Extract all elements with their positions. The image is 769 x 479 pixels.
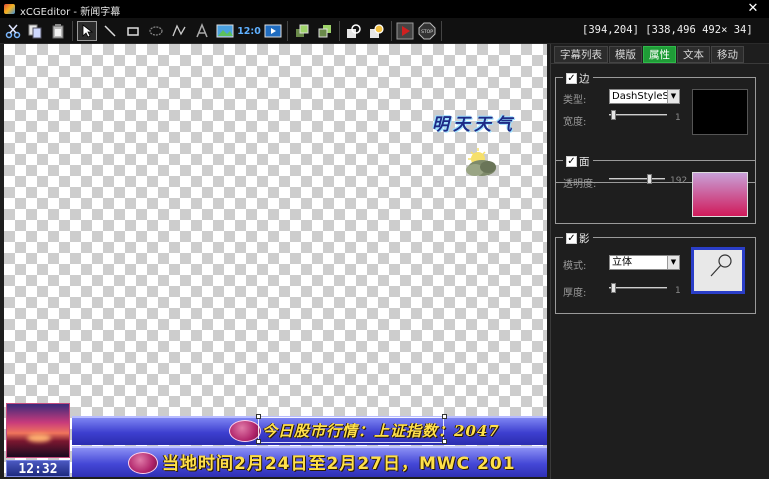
fill-group: ✓ 面 透明度: 192 (555, 154, 756, 224)
text-icon[interactable] (192, 21, 212, 41)
opacity-value: 192 (670, 176, 688, 186)
title-bar: xCGEditor - 新闻字幕 ✕ (0, 0, 769, 18)
border-type-select[interactable]: DashStyleSolid ▼ (609, 89, 680, 104)
cut-icon[interactable] (3, 21, 23, 41)
close-button[interactable]: ✕ (744, 1, 762, 17)
ticker-stock-text[interactable]: 今日股市行情：上证指数：2047 (262, 420, 500, 441)
path-icon[interactable] (169, 21, 189, 41)
tab-subtitle-list[interactable]: 字幕列表 (554, 46, 608, 63)
image-icon[interactable] (215, 21, 235, 41)
fill-checkbox[interactable]: ✓ (566, 156, 577, 167)
shadow-mode-select[interactable]: 立体 ▼ (609, 255, 680, 270)
video-icon[interactable] (263, 21, 283, 41)
shadow-preview[interactable] (691, 247, 745, 294)
shadow-thickness-slider[interactable] (609, 283, 667, 293)
app-icon (4, 4, 15, 14)
shadow-group-title: 影 (579, 233, 590, 245)
chevron-down-icon: ▼ (667, 256, 679, 269)
ellipse-icon[interactable] (146, 21, 166, 41)
line-icon[interactable] (100, 21, 120, 41)
tab-move[interactable]: 移动 (711, 46, 744, 63)
border-width-value: 1 (675, 113, 681, 123)
shadow-group: ✓ 影 模式: 立体 ▼ 厚度: 1 (555, 231, 756, 314)
weather-title[interactable]: 明天天气 (432, 110, 516, 135)
news-ticker: 今日股市行情：上证指数：2047 当地时间2月24日至2月27日，MWC 201… (4, 403, 547, 477)
paste-icon[interactable] (48, 21, 68, 41)
border-width-label: 宽度: (563, 117, 587, 128)
zoom-in-icon[interactable] (344, 21, 364, 41)
border-type-label: 类型: (563, 95, 587, 106)
bring-front-icon[interactable] (292, 21, 312, 41)
resize-handle[interactable] (442, 414, 447, 419)
border-width-slider[interactable] (609, 110, 667, 120)
shadow-checkbox[interactable]: ✓ (566, 233, 577, 244)
resize-handle[interactable] (256, 439, 261, 444)
panel-tabs: 字幕列表 模版 属性 文本 移动 (554, 46, 745, 63)
ticker-bullet (128, 452, 158, 474)
shadow-thickness-value: 1 (675, 286, 681, 296)
clock-icon[interactable]: 12:0 (237, 21, 261, 41)
editor-canvas[interactable]: 明天天气 今日股市行情：上证指数：2047 当地时间2月24日至2月27日，MW… (4, 44, 547, 477)
clock-display[interactable]: 12:32 (6, 460, 70, 477)
opacity-label: 透明度: (563, 179, 597, 190)
play-icon[interactable] (395, 21, 415, 41)
coordinate-readout: [394,204] [338,496 492× 34] (582, 24, 753, 36)
resize-handle[interactable] (256, 414, 261, 419)
window-title: xCGEditor - 新闻字幕 (20, 7, 121, 18)
tab-text[interactable]: 文本 (677, 46, 710, 63)
slider-thumb[interactable] (611, 283, 616, 293)
rectangle-icon[interactable] (123, 21, 143, 41)
tab-template[interactable]: 模版 (609, 46, 642, 63)
svg-text:STOP: STOP (421, 29, 433, 35)
shadow-mode-label: 模式: (563, 261, 587, 272)
partly-cloudy-icon[interactable] (460, 146, 502, 180)
tab-properties[interactable]: 属性 (643, 46, 676, 63)
zoom-out-icon[interactable] (367, 21, 387, 41)
shadow-thickness-label: 厚度: (563, 288, 587, 299)
chevron-down-icon: ▼ (667, 90, 679, 103)
border-color-swatch[interactable] (692, 89, 748, 135)
border-group-title: 边 (579, 73, 590, 85)
border-checkbox[interactable]: ✓ (566, 73, 577, 84)
slider-thumb[interactable] (611, 110, 616, 120)
copy-icon[interactable] (25, 21, 45, 41)
send-back-icon[interactable] (315, 21, 335, 41)
stop-icon[interactable]: STOP (417, 21, 437, 41)
ticker-news-text[interactable]: 当地时间2月24日至2月27日，MWC 201 (162, 449, 516, 474)
properties-panel: 字幕列表 模版 属性 文本 移动 ✓ 边 类型: DashStyleSolid … (550, 44, 769, 479)
fill-group-title: 面 (579, 156, 590, 168)
toolbar: 12:0 STOP [394,204] [338,496 492× 34] (0, 18, 769, 44)
sunset-thumbnail[interactable] (6, 403, 70, 458)
opacity-slider[interactable] (609, 174, 665, 184)
slider-thumb[interactable] (647, 174, 652, 184)
magnifier-icon (710, 254, 732, 277)
fill-gradient-swatch[interactable] (692, 172, 748, 217)
select-arrow-icon[interactable] (77, 21, 97, 41)
